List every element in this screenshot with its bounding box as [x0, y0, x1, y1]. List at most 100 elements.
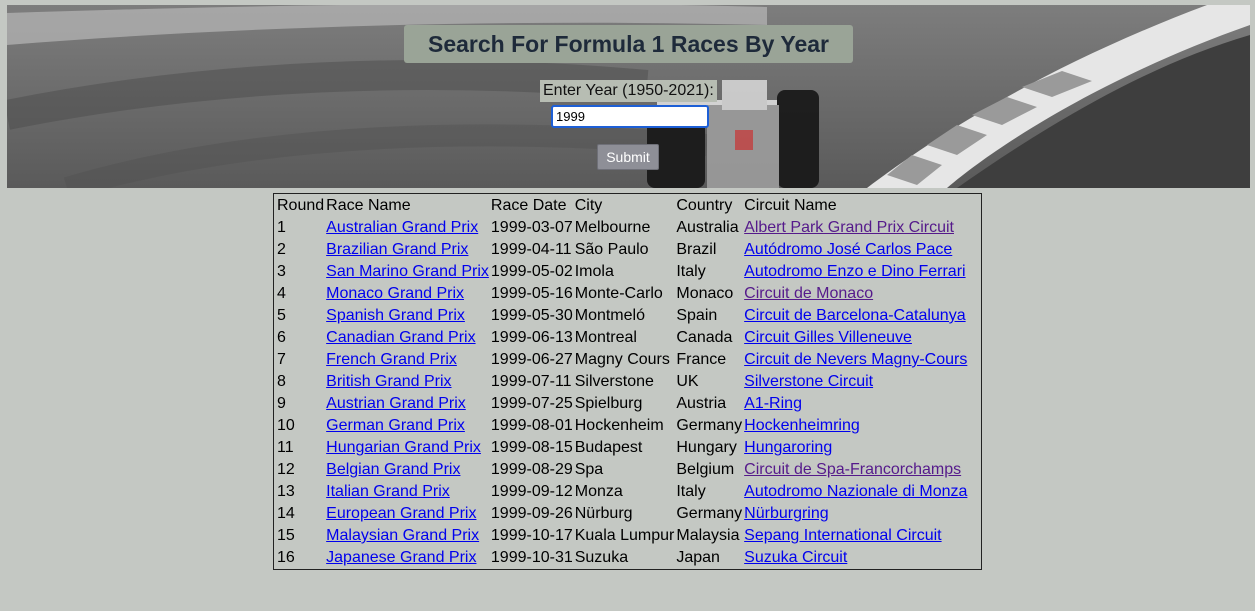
city-cell: Montreal [574, 329, 637, 346]
race-name-link[interactable]: Canadian Grand Prix [326, 329, 475, 346]
column-header-round: Round [277, 197, 325, 214]
circuit-name-cell: Autodromo Enzo e Dino Ferrari [743, 261, 968, 283]
country-cell: Spain [676, 307, 718, 324]
round-cell: 7 [277, 351, 286, 368]
race-name-cell: Canadian Grand Prix [325, 327, 490, 349]
country-cell: France [676, 351, 727, 368]
table-row: 4 Monaco Grand Prix 1999-05-16 Monte-Carlo M… [276, 283, 968, 305]
circuit-name-link[interactable]: Circuit de Monaco [744, 285, 873, 302]
race-name-link[interactable]: Hungarian Grand Prix [326, 439, 481, 456]
circuit-name-link[interactable]: Silverstone Circuit [744, 373, 873, 390]
city-cell: Montmeló [574, 307, 645, 324]
circuit-name-cell: Circuit de Spa-Francorchamps [743, 459, 968, 481]
round-cell: 13 [277, 483, 295, 500]
race-name-cell: Belgian Grand Prix [325, 459, 490, 481]
race-date-cell: 1999-03-07 [490, 219, 573, 236]
city-cell: Monza [574, 483, 623, 500]
race-name-link[interactable]: Spanish Grand Prix [326, 307, 465, 324]
city-cell: Magny Cours [574, 351, 670, 368]
submit-button[interactable]: Submit [597, 144, 659, 170]
round-cell: 12 [277, 461, 295, 478]
circuit-name-link[interactable]: Autodromo Enzo e Dino Ferrari [744, 263, 965, 280]
race-name-link[interactable]: Belgian Grand Prix [326, 461, 460, 478]
country-cell: Belgium [676, 461, 735, 478]
round-cell: 8 [277, 373, 286, 390]
race-name-link[interactable]: Monaco Grand Prix [326, 285, 464, 302]
circuit-name-cell: Suzuka Circuit [743, 547, 968, 569]
column-header-circuit-name: Circuit Name [744, 197, 837, 214]
round-cell: 5 [277, 307, 286, 324]
page-title: Search For Formula 1 Races By Year [404, 25, 853, 63]
table-row: 13 Italian Grand Prix 1999-09-12 Monza Italy… [276, 481, 968, 503]
city-cell: Hockenheim [574, 417, 664, 434]
race-date-cell: 1999-10-17 [490, 527, 573, 544]
race-name-link[interactable]: German Grand Prix [326, 417, 465, 434]
race-name-link[interactable]: Austrian Grand Prix [326, 395, 466, 412]
race-name-cell: Brazilian Grand Prix [325, 239, 490, 261]
year-field-label: Enter Year (1950-2021): [540, 80, 717, 102]
circuit-name-cell: A1-Ring [743, 393, 968, 415]
circuit-name-link[interactable]: Circuit de Barcelona-Catalunya [744, 307, 965, 324]
race-name-cell: Hungarian Grand Prix [325, 437, 490, 459]
round-cell: 15 [277, 527, 295, 544]
race-name-cell: Italian Grand Prix [325, 481, 490, 503]
results-table-container: Round Race Name Race Date City Country C… [273, 193, 982, 570]
race-date-cell: 1999-07-11 [490, 373, 572, 390]
circuit-name-link[interactable]: Autodromo Nazionale di Monza [744, 483, 967, 500]
city-cell: Budapest [574, 439, 643, 456]
column-header-city: City [574, 197, 603, 214]
country-cell: Canada [676, 329, 733, 346]
race-date-cell: 1999-08-15 [490, 439, 573, 456]
race-date-cell: 1999-04-11 [490, 241, 572, 258]
column-header-race-name: Race Name [326, 197, 411, 214]
circuit-name-link[interactable]: Circuit de Nevers Magny-Cours [744, 351, 967, 368]
circuit-name-link[interactable]: Hockenheimring [744, 417, 860, 434]
table-row: 12 Belgian Grand Prix 1999-08-29 Spa Belgium… [276, 459, 968, 481]
race-name-link[interactable]: Australian Grand Prix [326, 219, 478, 236]
circuit-name-link[interactable]: A1-Ring [744, 395, 802, 412]
round-cell: 9 [277, 395, 286, 412]
circuit-name-link[interactable]: Circuit de Spa-Francorchamps [744, 461, 961, 478]
race-name-link[interactable]: Italian Grand Prix [326, 483, 450, 500]
country-cell: Japan [676, 549, 720, 566]
column-header-race-date: Race Date [490, 197, 567, 214]
country-cell: Brazil [676, 241, 717, 258]
circuit-name-link[interactable]: Sepang International Circuit [744, 527, 941, 544]
race-name-cell: Monaco Grand Prix [325, 283, 490, 305]
race-name-link[interactable]: Brazilian Grand Prix [326, 241, 468, 258]
circuit-name-link[interactable]: Nürburgring [744, 505, 828, 522]
race-name-link[interactable]: European Grand Prix [326, 505, 476, 522]
round-cell: 11 [277, 439, 294, 456]
circuit-name-cell: Silverstone Circuit [743, 371, 968, 393]
circuit-name-link[interactable]: Albert Park Grand Prix Circuit [744, 219, 954, 236]
race-name-cell: Austrian Grand Prix [325, 393, 490, 415]
circuit-name-link[interactable]: Circuit Gilles Villeneuve [744, 329, 912, 346]
circuit-name-cell: Circuit Gilles Villeneuve [743, 327, 968, 349]
circuit-name-cell: Autódromo José Carlos Pace [743, 239, 968, 261]
race-name-link[interactable]: San Marino Grand Prix [326, 263, 489, 280]
circuit-name-link[interactable]: Suzuka Circuit [744, 549, 847, 566]
race-date-cell: 1999-06-27 [490, 351, 573, 368]
race-name-cell: European Grand Prix [325, 503, 490, 525]
circuit-name-link[interactable]: Hungaroring [744, 439, 832, 456]
table-row: 11 Hungarian Grand Prix 1999-08-15 Budapest… [276, 437, 968, 459]
race-date-cell: 1999-06-13 [490, 329, 573, 346]
circuit-name-cell: Circuit de Nevers Magny-Cours [743, 349, 968, 371]
table-row: 9 Austrian Grand Prix 1999-07-25 Spielburg A… [276, 393, 968, 415]
race-date-cell: 1999-10-31 [490, 549, 573, 566]
round-cell: 14 [277, 505, 295, 522]
city-cell: Silverstone [574, 373, 654, 390]
race-name-cell: San Marino Grand Prix [325, 261, 490, 283]
race-name-link[interactable]: British Grand Prix [326, 373, 451, 390]
circuit-name-link[interactable]: Autódromo José Carlos Pace [744, 241, 952, 258]
country-cell: Germany [676, 417, 743, 434]
table-row: 2 Brazilian Grand Prix 1999-04-11 São Paulo… [276, 239, 968, 261]
race-name-link[interactable]: Japanese Grand Prix [326, 549, 476, 566]
year-input[interactable] [551, 105, 709, 128]
race-name-link[interactable]: Malaysian Grand Prix [326, 527, 479, 544]
country-cell: Australia [676, 219, 739, 236]
race-name-link[interactable]: French Grand Prix [326, 351, 457, 368]
races-table: Round Race Name Race Date City Country C… [276, 195, 968, 569]
city-cell: São Paulo [574, 241, 649, 258]
race-date-cell: 1999-05-30 [490, 307, 573, 324]
